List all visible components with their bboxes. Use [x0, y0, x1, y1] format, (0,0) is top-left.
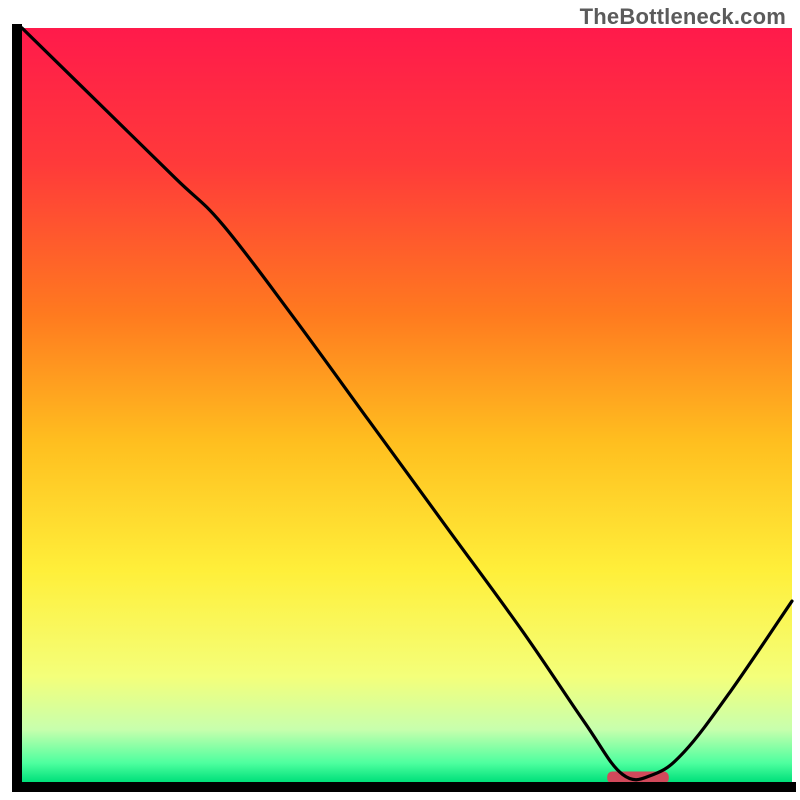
bottleneck-chart	[0, 0, 800, 800]
watermark-label: TheBottleneck.com	[580, 4, 786, 30]
chart-container: TheBottleneck.com	[0, 0, 800, 800]
